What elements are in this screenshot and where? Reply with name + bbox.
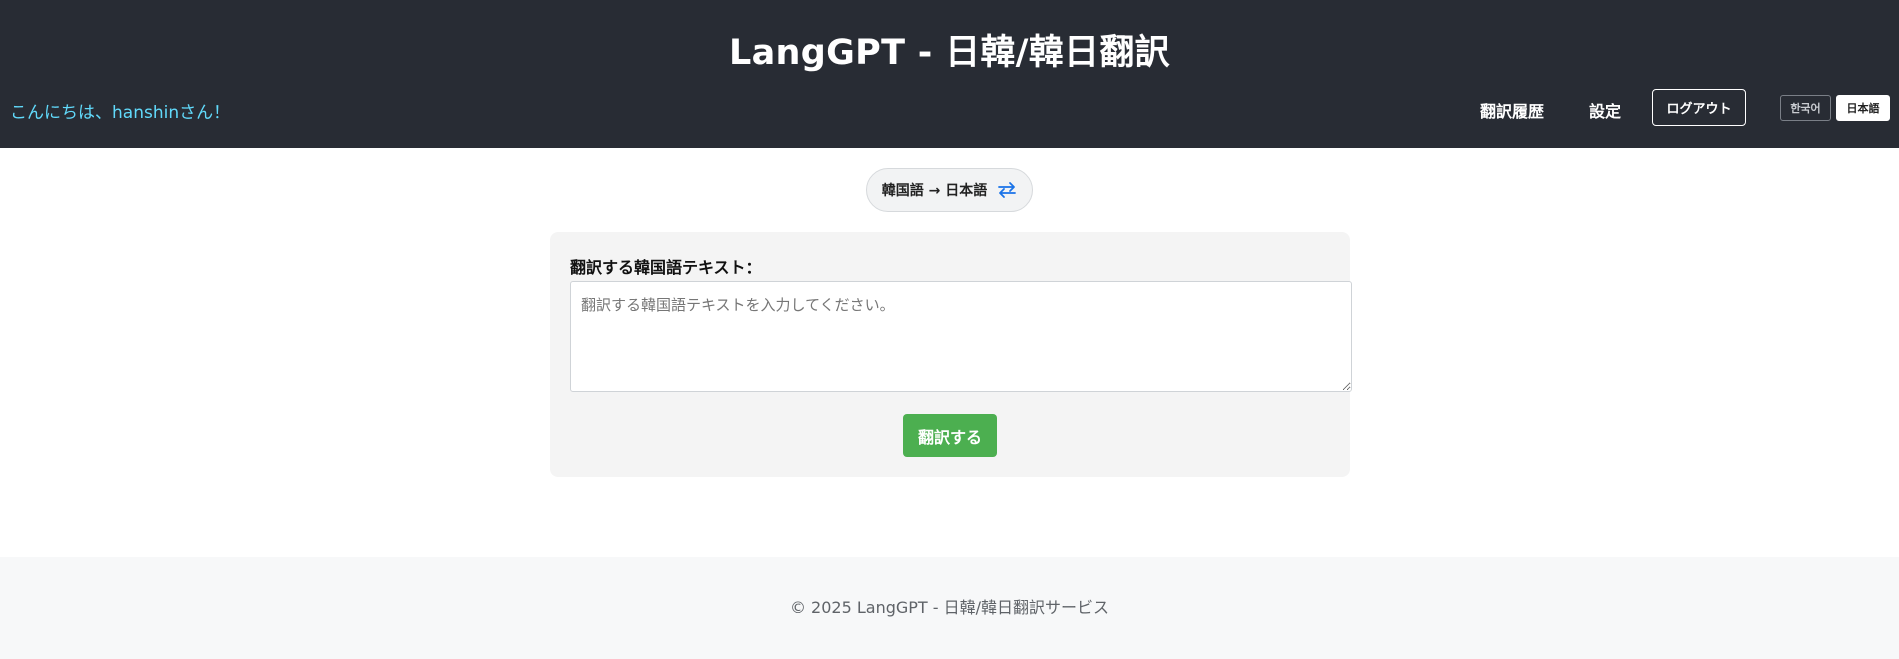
user-greeting: こんにちは、hanshinさん！ — [10, 103, 231, 123]
translation-direction-label: 韓国語 → 日本語 — [881, 183, 988, 199]
swap-icon[interactable] — [997, 181, 1017, 199]
nav-translation-history[interactable]: 翻訳履歴 — [1480, 98, 1544, 122]
translate-button[interactable]: 翻訳する — [903, 414, 997, 457]
app-title: LangGPT - 日韓/韓日翻訳 — [729, 33, 1170, 73]
input-label: 翻訳する韓国語テキスト： — [570, 258, 762, 277]
language-korean-button[interactable]: 한국어 — [1780, 95, 1831, 121]
korean-text-input[interactable] — [570, 281, 1352, 392]
app-header: LangGPT - 日韓/韓日翻訳 こんにちは、hanshinさん！ 翻訳履歴 … — [0, 0, 1899, 148]
logout-button[interactable]: ログアウト — [1652, 89, 1746, 126]
language-japanese-button[interactable]: 日本語 — [1836, 95, 1890, 121]
nav-settings[interactable]: 設定 — [1589, 98, 1621, 122]
footer-copyright: © 2025 LangGPT - 日韓/韓日翻訳サービス — [789, 598, 1110, 617]
translation-direction-toggle[interactable]: 韓国語 → 日本語 — [866, 168, 1033, 212]
